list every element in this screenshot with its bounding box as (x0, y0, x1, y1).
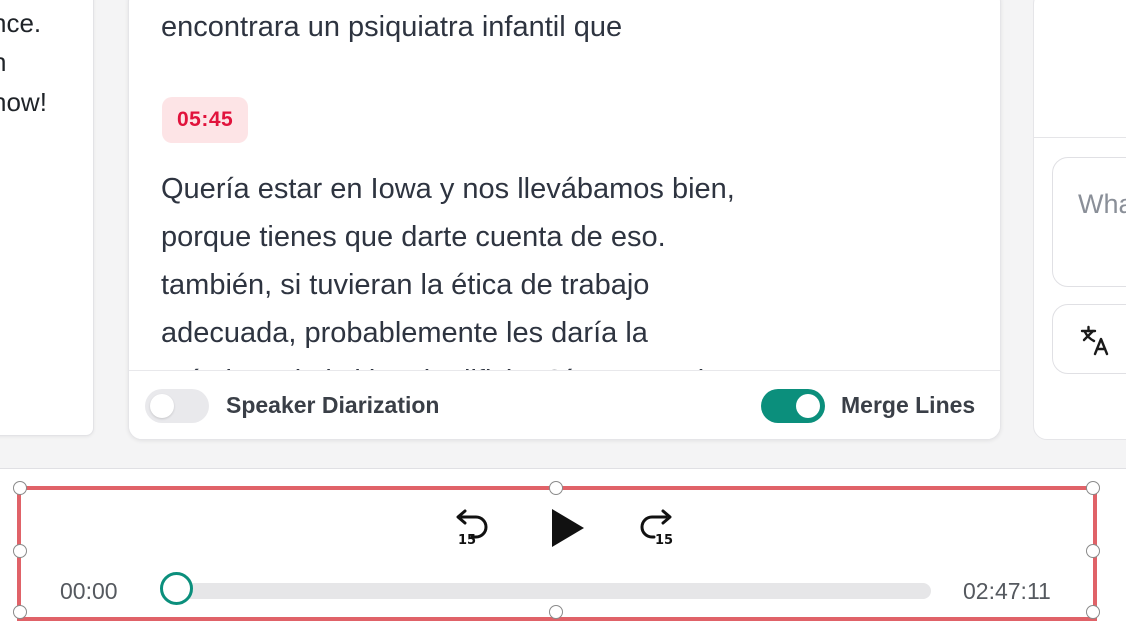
resize-handle[interactable] (549, 605, 563, 619)
transcript-line: también, si tuvieran la ética de trabajo (161, 269, 650, 301)
transcript-line: Quería estar en Iowa y nos llevábamos bi… (161, 173, 735, 205)
current-time: 00:00 (60, 578, 118, 604)
transcript-segment: Quería estar en Iowa y nos llevábamos bi… (161, 165, 735, 370)
translate-icon (1080, 325, 1109, 356)
total-time: 02:47:11 (963, 578, 1051, 604)
progress-thumb[interactable] (160, 572, 193, 605)
merge-lines-label: Merge Lines (841, 392, 976, 418)
resize-handle[interactable] (13, 605, 27, 619)
transcript-footer: Speaker Diarization Merge Lines (129, 370, 1000, 439)
resize-handle[interactable] (13, 481, 27, 495)
progress-bar[interactable] (178, 583, 931, 599)
resize-handle[interactable] (1086, 605, 1100, 619)
toggle-knob (796, 394, 820, 418)
ask-input-placeholder: Wha (1078, 189, 1126, 219)
transcript-line: adecuada, probablemente les daría la (161, 317, 648, 349)
ask-input[interactable]: Wha (1052, 157, 1126, 287)
toggle-knob (150, 394, 174, 418)
left-panel-text-line: now! (0, 87, 47, 117)
rewind-15-icon[interactable]: 15 (452, 508, 492, 548)
left-panel: nce. n now! (0, 0, 94, 436)
left-panel-text-line: nce. (0, 8, 42, 38)
divider (1034, 137, 1126, 138)
svg-text:15: 15 (458, 533, 476, 548)
right-panel: Wha (1033, 0, 1126, 440)
translate-button[interactable] (1052, 304, 1126, 374)
forward-15-icon[interactable]: 15 (636, 508, 676, 548)
play-icon[interactable] (548, 506, 588, 550)
resize-handle[interactable] (1086, 544, 1100, 558)
resize-handle[interactable] (13, 544, 27, 558)
resize-handle[interactable] (549, 481, 563, 495)
resize-handle[interactable] (1086, 481, 1100, 495)
transcript-line: práctica, ni el sitio, ni edificio. Sí. … (161, 357, 735, 370)
transcript-scroll-area[interactable]: encontrara un psiquiatra infantil que 05… (129, 0, 971, 370)
svg-text:15: 15 (655, 533, 673, 548)
speaker-diarization-toggle[interactable] (145, 389, 209, 423)
merge-lines-toggle[interactable] (761, 389, 825, 423)
timestamp-badge[interactable]: 05:45 (162, 97, 249, 143)
transcript-line: porque tienes que darte cuenta de eso. (161, 221, 666, 253)
speaker-diarization-label: Speaker Diarization (226, 392, 440, 418)
transcript-card: encontrara un psiquiatra infantil que 05… (128, 0, 1001, 440)
scrollbar[interactable] (971, 0, 999, 370)
transcript-line: encontrara un psiquiatra infantil que (161, 11, 623, 43)
left-panel-text-line: n (0, 47, 93, 78)
